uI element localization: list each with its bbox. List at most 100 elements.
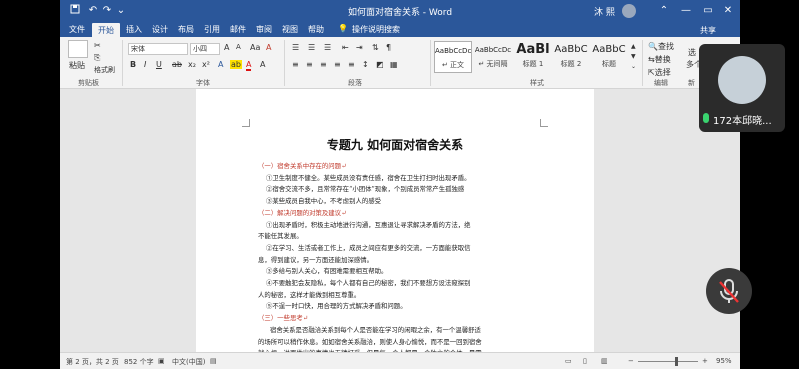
justify-icon[interactable]: ≡ bbox=[334, 60, 341, 69]
tab-home[interactable]: 开始 bbox=[92, 23, 120, 37]
paragraph-group-label: 段落 bbox=[348, 79, 362, 87]
italic-button[interactable]: I bbox=[144, 60, 146, 69]
styles-scroll-up-icon[interactable]: ▲ bbox=[631, 43, 636, 50]
multilevel-list-icon[interactable]: ☰ bbox=[324, 43, 331, 52]
style-no-spacing[interactable]: AaBbCcDc ↵ 无间隔 bbox=[474, 41, 512, 73]
word-count[interactable]: 852 个字 bbox=[124, 357, 154, 367]
styles-scroll-down-icon[interactable]: ▼ bbox=[631, 53, 636, 60]
font-color-icon[interactable]: A bbox=[246, 60, 252, 71]
select-button[interactable]: ⇱选择 bbox=[648, 67, 671, 78]
tab-mailings[interactable]: 邮件 bbox=[230, 24, 246, 35]
decrease-indent-icon[interactable]: ⇤ bbox=[342, 43, 349, 52]
screen-frame: ↶ ↷ ⌄ 如何面对宿舍关系 - Word 沐 熙 ⌃ — ▭ ✕ 文件 开始 … bbox=[0, 0, 799, 369]
borders-icon[interactable]: ▦ bbox=[390, 60, 398, 69]
body-line: 人的秘密，这样才能做到相互尊重。 bbox=[258, 290, 361, 299]
style-heading-1[interactable]: AaBl 标题 1 bbox=[514, 41, 552, 73]
tab-insert[interactable]: 插入 bbox=[126, 24, 142, 35]
align-center-icon[interactable]: ≡ bbox=[306, 60, 313, 69]
extra-group-item[interactable]: 选 bbox=[688, 47, 696, 58]
zoom-level[interactable]: 95% bbox=[716, 357, 732, 365]
styles-more-icon[interactable]: ⌄ bbox=[631, 63, 636, 70]
section-heading: （二）解决问题的对策及建议↵ bbox=[258, 208, 347, 217]
tab-references[interactable]: 引用 bbox=[204, 24, 220, 35]
underline-button[interactable]: U bbox=[156, 60, 162, 69]
grow-font-icon[interactable]: A bbox=[224, 43, 229, 52]
user-avatar[interactable] bbox=[622, 4, 636, 18]
mic-active-icon bbox=[703, 113, 709, 123]
show-marks-icon[interactable]: ¶ bbox=[386, 43, 391, 52]
body-line: ⑤不逞一时口快，用合理的方式解决矛盾和问题。 bbox=[266, 302, 407, 311]
close-button[interactable]: ✕ bbox=[718, 3, 738, 19]
superscript-icon[interactable]: x² bbox=[202, 60, 210, 69]
document-title: 专题九 如何面对宿舍关系 bbox=[326, 138, 464, 152]
tell-me-search[interactable]: 操作说明搜索 bbox=[352, 24, 400, 35]
text-effects-icon[interactable]: A bbox=[218, 60, 223, 69]
zoom-in-button[interactable]: + bbox=[702, 357, 708, 365]
zoom-out-button[interactable]: − bbox=[628, 357, 634, 365]
paste-icon[interactable] bbox=[68, 40, 88, 58]
style-heading-2[interactable]: AaBbC 标题 2 bbox=[552, 41, 590, 73]
change-case-icon[interactable]: Aa bbox=[250, 43, 260, 52]
shading-icon[interactable]: ◩ bbox=[376, 60, 384, 69]
tab-file[interactable]: 文件 bbox=[69, 24, 85, 35]
zoom-slider-handle[interactable] bbox=[675, 357, 678, 366]
extra-group-label: 新 bbox=[688, 79, 695, 87]
mute-mic-button[interactable] bbox=[706, 268, 752, 314]
clear-format-icon[interactable]: A bbox=[266, 43, 271, 52]
align-right-icon[interactable]: ≡ bbox=[320, 60, 327, 69]
distributed-icon[interactable]: ≡ bbox=[348, 60, 355, 69]
mic-off-icon bbox=[719, 279, 739, 303]
increase-indent-icon[interactable]: ⇥ bbox=[356, 43, 363, 52]
tab-help[interactable]: 帮助 bbox=[308, 24, 324, 35]
tab-review[interactable]: 审阅 bbox=[256, 24, 272, 35]
participant-video-tile[interactable]: 172本邱晓... bbox=[699, 44, 785, 132]
cut-icon[interactable]: ✂ bbox=[94, 41, 101, 50]
tab-view[interactable]: 视图 bbox=[282, 24, 298, 35]
numbering-icon[interactable]: ☰ bbox=[308, 43, 315, 52]
divider bbox=[642, 40, 643, 86]
bullets-icon[interactable]: ☰ bbox=[292, 43, 299, 52]
align-left-icon[interactable]: ≡ bbox=[292, 60, 299, 69]
body-line: 的场所可以稍作休息。如如宿舍关系融洽，则使人身心愉悦，而不是一回到宿舍 bbox=[258, 337, 482, 346]
line-spacing-icon[interactable]: ↕ bbox=[362, 60, 369, 69]
read-mode-icon[interactable]: ▭ bbox=[565, 357, 572, 365]
font-size-select[interactable]: 小四 bbox=[190, 43, 220, 55]
proofing-icon[interactable]: ▣ bbox=[158, 357, 165, 365]
body-line: 宿舍关系是否融洽关系到每个人是否能在学习的闲暇之余，有一个温馨舒适 bbox=[270, 325, 481, 334]
web-layout-icon[interactable]: ▥ bbox=[601, 357, 608, 365]
find-button[interactable]: 🔍查找 bbox=[648, 41, 674, 52]
tab-layout[interactable]: 布局 bbox=[178, 24, 194, 35]
body-line: 息，得到建议，另一方面还能加深感情。 bbox=[258, 255, 374, 264]
shrink-font-icon[interactable]: A bbox=[236, 43, 241, 51]
macro-icon[interactable]: ▤ bbox=[210, 357, 217, 365]
replace-button[interactable]: ⇆替换 bbox=[648, 54, 671, 65]
highlight-icon[interactable]: ab bbox=[230, 60, 242, 69]
document-area: 专题九 如何面对宿舍关系 （一）宿舍关系中存在的问题↵ ①卫生制度不健全。某些成员… bbox=[60, 89, 740, 357]
user-name[interactable]: 沐 熙 bbox=[594, 5, 615, 18]
print-layout-icon[interactable]: ▯ bbox=[583, 357, 587, 365]
format-painter-button[interactable]: 格式刷 bbox=[94, 65, 115, 75]
copy-icon[interactable]: ⎘ bbox=[94, 53, 100, 63]
document-page[interactable]: 专题九 如何面对宿舍关系 （一）宿舍关系中存在的问题↵ ①卫生制度不健全。某些成员… bbox=[196, 89, 594, 357]
zoom-slider[interactable] bbox=[638, 361, 698, 362]
word-window: ↶ ↷ ⌄ 如何面对宿舍关系 - Word 沐 熙 ⌃ — ▭ ✕ 文件 开始 … bbox=[60, 0, 740, 369]
share-button[interactable]: 共享 bbox=[700, 25, 716, 36]
ribbon-display-icon[interactable]: ⌃ bbox=[654, 3, 674, 19]
bold-button[interactable]: B bbox=[130, 60, 136, 69]
strikethrough-icon[interactable]: ab bbox=[172, 60, 182, 69]
minimize-button[interactable]: — bbox=[676, 3, 696, 19]
restore-button[interactable]: ▭ bbox=[698, 3, 718, 19]
page-count[interactable]: 第 2 页，共 2 页 bbox=[66, 357, 119, 367]
font-name-select[interactable]: 宋体 bbox=[128, 43, 188, 55]
language[interactable]: 中文(中国) bbox=[172, 357, 205, 367]
tab-design[interactable]: 设计 bbox=[152, 24, 168, 35]
char-shading-icon[interactable]: A bbox=[260, 60, 265, 69]
style-normal[interactable]: AaBbCcDc ↵ 正文 bbox=[434, 41, 472, 73]
subscript-icon[interactable]: x₂ bbox=[188, 60, 196, 69]
paste-button[interactable]: 粘贴 bbox=[69, 60, 85, 71]
body-line: ①出现矛盾时，积极主动地进行沟通，互惠退让寻求解决矛盾的方法，绝 bbox=[266, 220, 471, 229]
section-heading: （三）一些思考↵ bbox=[258, 314, 309, 323]
font-group-label: 字体 bbox=[196, 79, 210, 87]
sort-icon[interactable]: ⇅ bbox=[372, 43, 379, 52]
style-title[interactable]: AaBbC 标题 bbox=[590, 41, 628, 73]
